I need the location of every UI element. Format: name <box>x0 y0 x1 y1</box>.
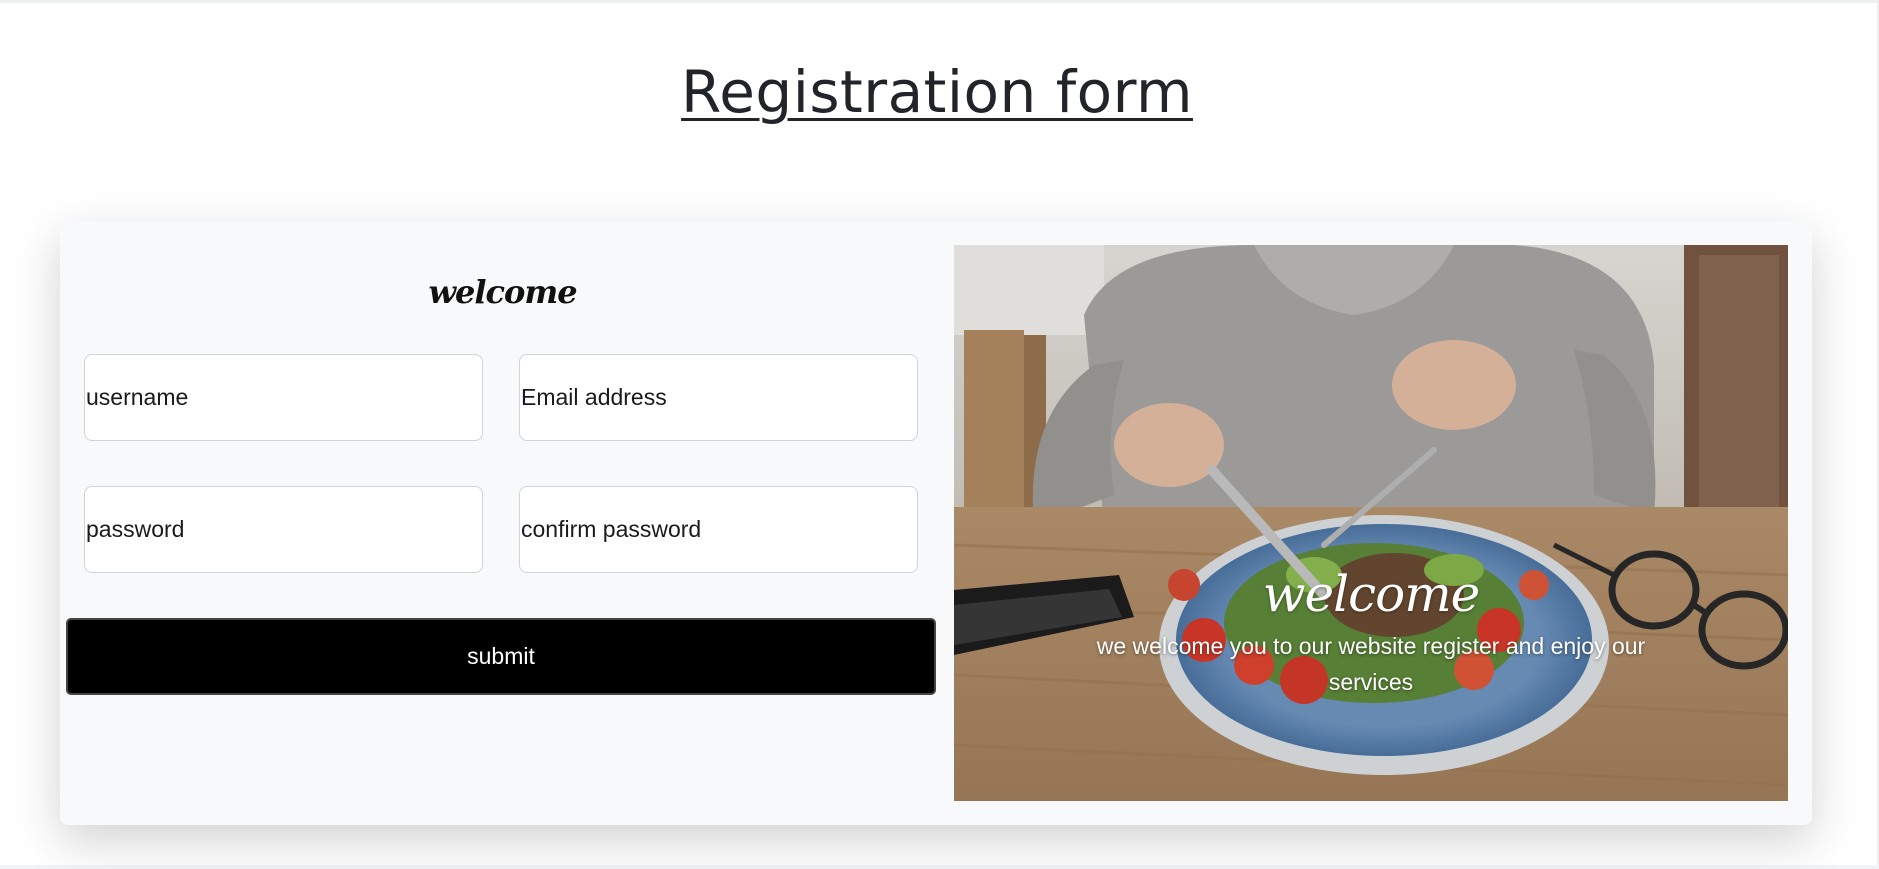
page-top-edge <box>0 0 1879 3</box>
page-bottom-edge <box>0 865 1879 869</box>
photo-caption-title: welcome <box>1262 565 1481 623</box>
photo-caption-text: we welcome you to our website register a… <box>1096 633 1646 695</box>
email-input[interactable] <box>519 354 918 441</box>
registration-card: welcome submit <box>60 221 1812 825</box>
submit-button[interactable]: submit <box>66 618 936 695</box>
photo-caption: welcome we welcome you to our website re… <box>954 567 1788 700</box>
registration-form: welcome submit <box>60 221 955 825</box>
form-welcome-heading: welcome <box>428 273 577 311</box>
username-input[interactable] <box>84 354 483 441</box>
confirm-password-input[interactable] <box>519 486 918 573</box>
hero-photo: welcome we welcome you to our website re… <box>954 245 1788 801</box>
password-input[interactable] <box>84 486 483 573</box>
salad-photo-illustration <box>954 245 1788 801</box>
page-title: Registration form <box>681 58 1193 126</box>
